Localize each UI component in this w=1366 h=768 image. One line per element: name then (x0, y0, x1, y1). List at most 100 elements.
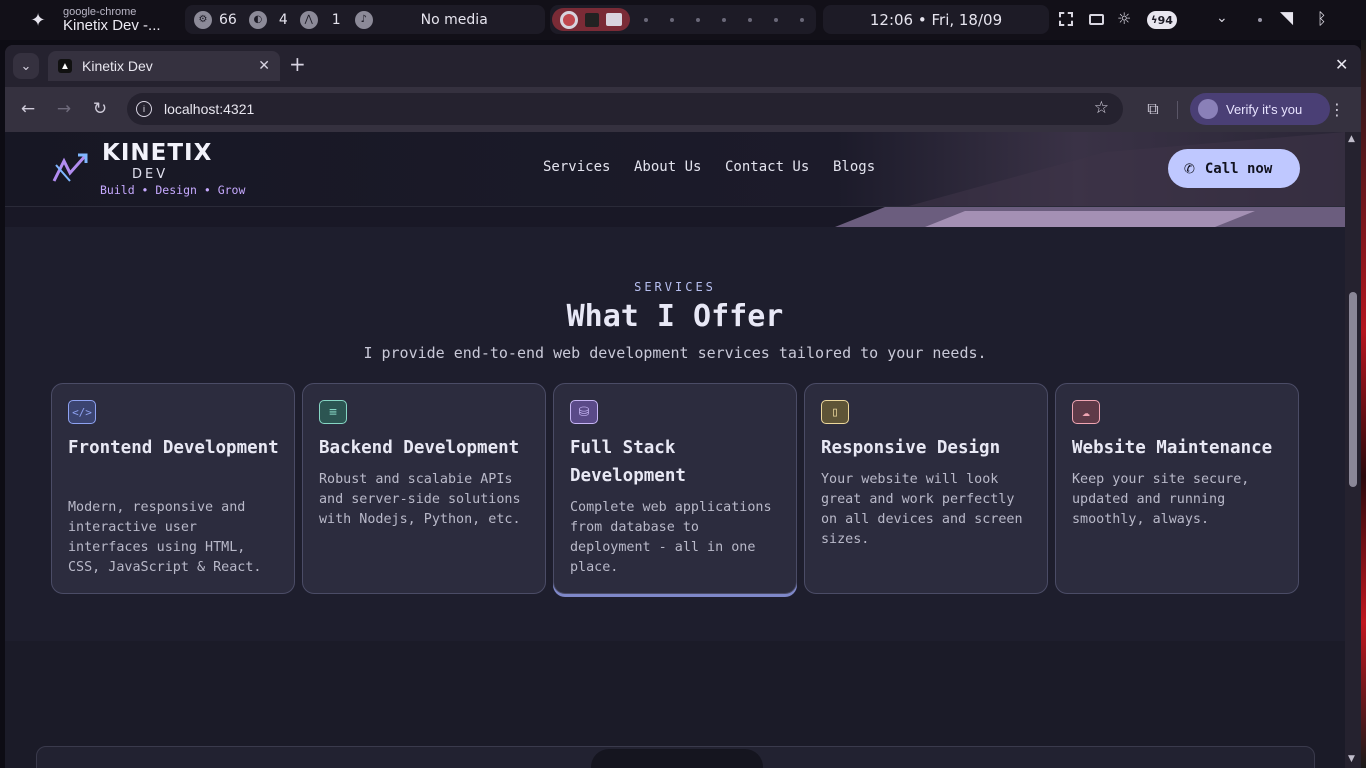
back-icon[interactable]: ← (15, 96, 41, 122)
bookmark-star-icon[interactable]: ☆ (1094, 98, 1109, 118)
card-title: Responsive Design (821, 438, 1001, 458)
active-window-title: Kinetix Dev -... (63, 17, 161, 34)
url-text: localhost:4321 (164, 101, 255, 117)
mobile-icon: ▯ (821, 400, 849, 424)
section-title: What I Offer (566, 299, 784, 334)
verify-identity-button[interactable]: Verify it's you (1190, 93, 1330, 125)
files-icon (606, 13, 623, 26)
wifi-icon[interactable]: ◥ (1280, 8, 1293, 28)
nav-services[interactable]: Services (543, 159, 610, 175)
logo-arrow-icon (52, 153, 88, 182)
music-note-icon: ♪ (354, 10, 373, 29)
phone-icon: ✆ (1184, 158, 1195, 179)
card-desc: Your website will look great and work pe… (821, 472, 1023, 547)
new-tab-button[interactable]: + (289, 54, 306, 74)
tab-title: Kinetix Dev (82, 58, 153, 74)
window-close-icon[interactable]: ✕ (1335, 55, 1348, 74)
address-bar[interactable]: i localhost:4321 ☆ (127, 93, 1123, 125)
gpu-value: 1 (331, 11, 341, 28)
services-section: SERVICES What I Offer I provide end-to-e… (5, 227, 1345, 641)
battery-badge[interactable]: ϟ 94 (1147, 11, 1177, 29)
section-eyebrow: SERVICES (634, 280, 716, 294)
hero-strip-art (835, 207, 1345, 227)
forward-icon[interactable]: → (51, 96, 77, 122)
memory-icon: ◐ (248, 10, 267, 29)
card-desc: Robust and scalabie APIs and server-side… (319, 472, 521, 527)
card-title: Full Stack Development (570, 438, 686, 486)
hero-strip (5, 207, 1345, 227)
nav-contact-us[interactable]: Contact Us (725, 159, 809, 175)
service-card-frontend[interactable]: </> Frontend Development Modern, respons… (51, 383, 295, 594)
system-stats-pill[interactable]: ⚙ 66 ◐ 4 ⋀ 1 ♪ No media (185, 5, 545, 34)
call-now-label: Call now (1204, 160, 1273, 177)
clock-pill[interactable]: 12:06 • Fri, 18/09 (823, 5, 1049, 34)
workspace-dots[interactable] (644, 17, 804, 22)
browser-menu-icon[interactable]: ⋮ (1324, 96, 1350, 122)
site-logo[interactable]: KINETIX DEV Build • Design • Grow (52, 140, 262, 197)
nav-blogs[interactable]: Blogs (833, 159, 875, 175)
database-icon: ⛁ (570, 400, 598, 424)
page-viewport: KINETIX DEV Build • Design • Grow Servic… (5, 132, 1345, 768)
keyboard-icon[interactable] (1089, 14, 1104, 25)
section-subtitle: I provide end-to-end web development ser… (363, 344, 987, 362)
terminal-icon (584, 12, 599, 27)
card-desc: Keep your site secure, updated and runni… (1072, 472, 1250, 527)
logo-sub-text: DEV (132, 167, 169, 182)
next-section (5, 641, 1345, 768)
site-info-icon[interactable]: i (136, 101, 152, 117)
bluetooth-icon[interactable]: ᛒ (1317, 9, 1327, 28)
system-bar: ✦ google-chrome Kinetix Dev -... ⚙ 66 ◐ … (0, 0, 1366, 40)
cpu-icon: ⚙ (194, 10, 212, 29)
active-workspace-group[interactable] (552, 8, 630, 31)
indicator-dot-icon (1258, 18, 1262, 22)
reload-icon[interactable]: ↻ (87, 96, 113, 122)
card-desc: Modern, responsive and interactive user … (68, 500, 262, 575)
next-section-container (36, 746, 1315, 768)
page-scrollbar[interactable]: ▲ ▼ (1345, 132, 1361, 768)
scroll-down-icon[interactable]: ▼ (1348, 754, 1355, 764)
fullscreen-icon[interactable] (1059, 12, 1073, 26)
scroll-up-icon[interactable]: ▲ (1348, 134, 1355, 144)
gpu-icon: ⋀ (299, 10, 318, 29)
active-window[interactable]: google-chrome Kinetix Dev -... (63, 6, 161, 34)
service-card-backend[interactable]: ≡ Backend Development Robust and scalabi… (302, 383, 546, 594)
cpu-value: 66 (219, 11, 237, 28)
service-card-maintenance[interactable]: ☁ Website Maintenance Keep your site sec… (1055, 383, 1299, 594)
memory-value: 4 (278, 11, 288, 28)
site-header: KINETIX DEV Build • Design • Grow Servic… (5, 132, 1345, 207)
clock: 12:06 • Fri, 18/09 (869, 10, 1003, 29)
card-desc: Complete web applications from database … (570, 500, 772, 575)
chrome-icon (559, 10, 578, 29)
cloud-icon: ☁ (1072, 400, 1100, 424)
card-title: Frontend Development (68, 438, 279, 458)
chevron-down-icon[interactable]: ⌄ (1216, 10, 1228, 26)
verify-label: Verify it's you (1226, 101, 1303, 117)
call-now-button[interactable]: ✆ Call now (1168, 149, 1300, 188)
code-icon: </> (68, 400, 96, 424)
card-title: Backend Development (319, 438, 520, 458)
logo-tagline: Build • Design • Grow (100, 183, 246, 197)
scrollbar-thumb[interactable] (1349, 292, 1357, 487)
browser-window: ⌄ ▲ Kinetix Dev ✕ + ✕ ← → ↻ i localhost:… (5, 45, 1361, 768)
nav-about-us[interactable]: About Us (634, 159, 701, 175)
battery-value: 94 (1157, 13, 1173, 27)
extensions-icon[interactable]: ⧉ (1140, 96, 1166, 122)
site-favicon-icon: ▲ (58, 59, 72, 73)
battery-bolt-icon: ϟ (1151, 14, 1158, 26)
service-card-responsive[interactable]: ▯ Responsive Design Your website will lo… (804, 383, 1048, 594)
service-card-fullstack[interactable]: ⛁ Full Stack Development Complete web ap… (553, 383, 797, 594)
logo-main-text: KINETIX (102, 140, 213, 166)
toolbar-divider (1177, 101, 1178, 119)
avatar (1198, 99, 1218, 119)
server-icon: ≡ (319, 400, 347, 424)
media-status: No media (420, 11, 488, 28)
floating-dock[interactable] (591, 749, 763, 768)
brightness-icon[interactable]: ☼ (1117, 9, 1131, 28)
tab-search-button[interactable]: ⌄ (13, 53, 39, 79)
tab-kinetix-dev[interactable]: ▲ Kinetix Dev ✕ (48, 51, 280, 81)
browser-toolbar: ← → ↻ i localhost:4321 ☆ ⧉ Verify it's y… (5, 87, 1361, 132)
tab-close-icon[interactable]: ✕ (258, 57, 270, 74)
desktop-wallpaper (1361, 40, 1366, 768)
workspaces-pill[interactable] (550, 5, 816, 34)
launcher-sparkle-icon[interactable]: ✦ (28, 10, 48, 31)
